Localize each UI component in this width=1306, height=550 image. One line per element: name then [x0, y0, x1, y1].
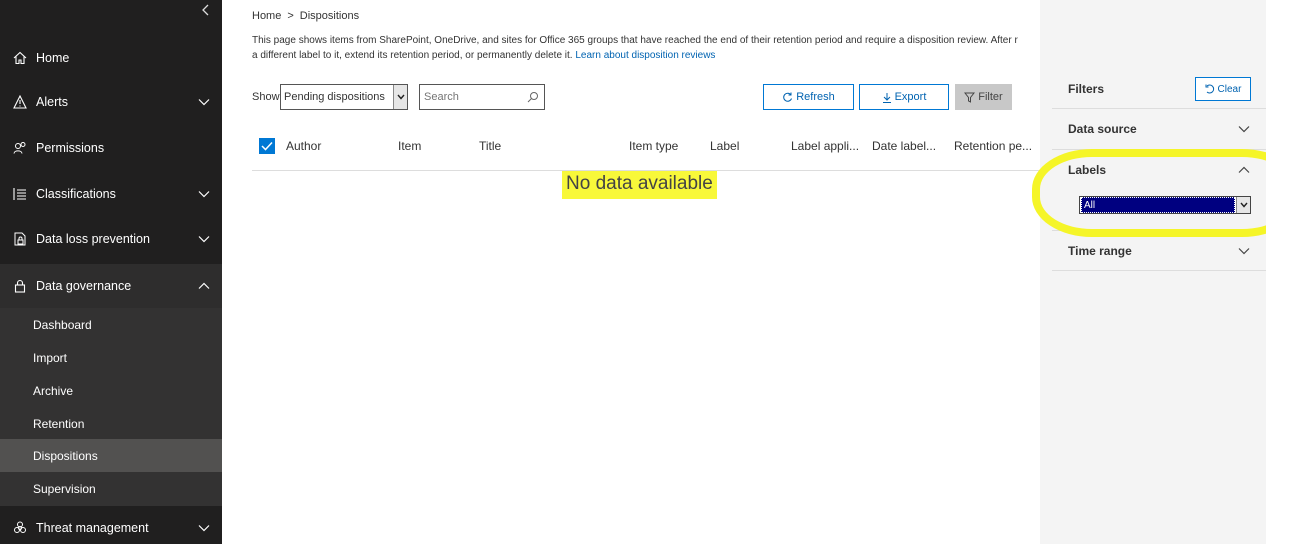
dropdown-arrow-icon	[393, 85, 407, 109]
filter-section-label: Time range	[1068, 243, 1132, 258]
breadcrumb-separator: >	[287, 10, 294, 22]
nav-item-label: Classifications	[36, 187, 116, 201]
filter-icon	[964, 92, 976, 103]
filters-panel: Filters Clear Data source Labels All Tim…	[1032, 0, 1302, 544]
nav-item-label: Home	[36, 51, 70, 65]
chevron-down-icon	[1236, 125, 1252, 133]
chevron-down-icon	[196, 186, 212, 202]
search-input[interactable]	[420, 91, 522, 103]
biohazard-icon	[11, 519, 29, 537]
column-header-label[interactable]: Label	[710, 139, 739, 153]
chevron-down-icon	[196, 231, 212, 247]
refresh-icon	[783, 92, 793, 102]
chevron-down-icon	[196, 94, 212, 110]
nav-item-classifications[interactable]: Classifications	[0, 172, 222, 216]
breadcrumb-current: Dispositions	[299, 10, 360, 22]
column-header-label-applied[interactable]: Label appli...	[791, 139, 859, 153]
column-header-author[interactable]: Author	[286, 139, 321, 153]
main-content: Home > Dispositions This page shows item…	[222, 0, 1040, 544]
nav-item-alerts[interactable]: Alerts	[0, 80, 222, 124]
nav-item-data-governance[interactable]: Data governance	[0, 264, 222, 308]
column-header-title[interactable]: Title	[479, 139, 501, 153]
highlight-annotation	[1032, 149, 1302, 237]
collapse-nav-button[interactable]	[196, 2, 216, 22]
description-line-2: a different label to it, extend its rete…	[252, 48, 1040, 63]
people-icon	[11, 139, 29, 157]
filter-section-data-source[interactable]: Data source	[1052, 108, 1266, 148]
description-text: a different label to it, extend its rete…	[252, 50, 573, 61]
breadcrumb: Home > Dispositions	[252, 10, 359, 22]
nav-item-permissions[interactable]: Permissions	[0, 126, 222, 170]
search-icon[interactable]	[522, 91, 544, 103]
export-label: Export	[894, 91, 927, 103]
clear-label: Clear	[1217, 83, 1242, 95]
table-header: Author Item Title Item type Label Label …	[252, 130, 1040, 171]
page-margin	[1266, 0, 1306, 544]
nav-item-label: Data governance	[36, 279, 132, 293]
page-description: This page shows items from SharePoint, O…	[252, 33, 1040, 63]
subitem-archive[interactable]: Archive	[0, 374, 222, 407]
filters-title: Filters	[1068, 82, 1105, 96]
subitem-retention[interactable]: Retention	[0, 407, 222, 440]
nav-item-label: Threat management	[36, 521, 149, 535]
filter-section-label: Data source	[1068, 121, 1137, 136]
description-line-1: This page shows items from SharePoint, O…	[252, 35, 1018, 46]
subitem-dashboard[interactable]: Dashboard	[0, 308, 222, 341]
chevron-down-icon	[196, 520, 212, 536]
checkmark-icon	[261, 141, 273, 151]
divider	[1052, 270, 1266, 271]
column-header-item[interactable]: Item	[398, 139, 421, 153]
learn-more-link[interactable]: Learn about disposition reviews	[575, 50, 715, 61]
refresh-label: Refresh	[796, 91, 835, 103]
export-button[interactable]: Export	[859, 84, 949, 110]
alert-icon	[11, 93, 29, 111]
nav-item-label: Alerts	[36, 95, 68, 109]
nav-item-threat-management[interactable]: Threat management	[0, 506, 222, 550]
nav-item-label: Data loss prevention	[36, 232, 150, 246]
show-label: Show	[252, 91, 280, 103]
refresh-button[interactable]: Refresh	[763, 84, 854, 110]
column-header-retention-period[interactable]: Retention pe...	[954, 139, 1032, 153]
subitem-import[interactable]: Import	[0, 341, 222, 374]
nav-item-home[interactable]: Home	[0, 36, 222, 80]
subitem-dispositions[interactable]: Dispositions	[0, 439, 222, 472]
clear-icon	[1205, 84, 1214, 94]
select-all-checkbox[interactable]	[259, 138, 275, 154]
clear-filters-button[interactable]: Clear	[1195, 77, 1251, 101]
show-dropdown[interactable]: Pending dispositions	[280, 84, 408, 110]
breadcrumb-home-link[interactable]: Home	[252, 10, 281, 22]
home-icon	[11, 49, 29, 67]
column-header-item-type[interactable]: Item type	[629, 139, 678, 153]
filter-button[interactable]: Filter	[955, 84, 1012, 110]
list-icon	[11, 185, 29, 203]
empty-state-message: No data available	[562, 171, 717, 199]
download-icon	[882, 92, 891, 103]
left-navigation: Home Alerts Permissions Classifications …	[0, 0, 222, 544]
search-box	[419, 84, 545, 110]
document-lock-icon	[11, 230, 29, 248]
column-header-date-label[interactable]: Date label...	[872, 139, 936, 153]
chevron-left-icon	[202, 4, 209, 16]
chevron-down-icon	[1236, 247, 1252, 255]
nav-item-label: Permissions	[36, 141, 105, 155]
nav-item-data-loss-prevention[interactable]: Data loss prevention	[0, 217, 222, 261]
show-dropdown-value: Pending dispositions	[284, 91, 385, 103]
chevron-up-icon	[196, 278, 212, 294]
lock-icon	[11, 277, 29, 295]
filter-label: Filter	[978, 91, 1003, 103]
subitem-supervision[interactable]: Supervision	[0, 472, 222, 505]
